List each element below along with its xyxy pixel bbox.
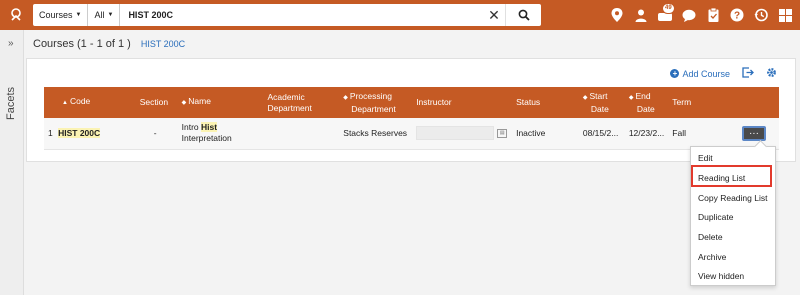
top-icons: 49 ?: [610, 0, 792, 30]
chevron-down-icon: ▼: [75, 12, 82, 18]
cell-start-date: 08/15/2...: [578, 118, 625, 150]
search-scope-label: Courses: [39, 10, 73, 20]
menu-item-duplicate[interactable]: Duplicate: [698, 212, 733, 222]
column-header-end-date[interactable]: ◆ End Date: [625, 87, 668, 118]
facets-panel[interactable]: » Facets: [0, 30, 24, 295]
table-header-row: ▲ Code Section ◆ Name Academic Department ◆…: [44, 87, 779, 118]
column-header-start-date[interactable]: ◆ Start Date: [579, 87, 625, 118]
course-code-link[interactable]: HIST 200C: [58, 127, 101, 138]
page-title: Courses (1 - 1 of 1 ): [33, 38, 131, 50]
add-course-button[interactable]: + Add Course: [670, 69, 730, 79]
plus-circle-icon: +: [670, 69, 680, 78]
courses-table: ▲ Code Section ◆ Name Academic Department ◆…: [44, 87, 779, 150]
settings-gear-icon[interactable]: [766, 67, 777, 80]
column-header-code[interactable]: ▲ Code: [44, 87, 136, 118]
clear-search-icon[interactable]: ✕: [483, 7, 505, 24]
column-header-actions: [738, 87, 779, 118]
tasks-icon[interactable]: 49: [658, 3, 675, 22]
sort-icon: ◆: [628, 94, 634, 101]
search-chip[interactable]: HIST 200C: [141, 39, 185, 49]
history-icon[interactable]: [754, 8, 768, 22]
search-bar: Courses ▼ All ▼ HIST 200C ✕: [33, 4, 541, 26]
location-pin-icon[interactable]: [610, 8, 624, 22]
cell-instructor: ▤: [412, 118, 513, 150]
menu-item-copy-reading-list[interactable]: Copy Reading List: [698, 193, 767, 203]
menu-item-archive[interactable]: Archive: [698, 252, 726, 262]
sort-icon: ◆: [582, 94, 588, 101]
row-index: 1: [48, 127, 53, 138]
apps-grid-icon[interactable]: [778, 8, 792, 22]
card-toolbar: + Add Course: [670, 67, 777, 80]
cell-section: -: [135, 118, 178, 150]
column-header-status[interactable]: Status: [512, 87, 579, 118]
cell-code: 1 HIST 200C: [44, 118, 136, 150]
search-field-label: All: [94, 10, 105, 20]
help-icon[interactable]: ?: [730, 8, 744, 22]
user-icon[interactable]: [634, 8, 648, 22]
column-header-instructor[interactable]: Instructor: [412, 87, 512, 118]
search-scope-select[interactable]: Courses ▼: [33, 4, 89, 26]
search-icon: [518, 9, 530, 21]
cell-term: Fall: [668, 118, 738, 150]
add-course-label: Add Course: [682, 68, 730, 79]
table-row[interactable]: 1 HIST 200C - Intro Hist Interpretation …: [44, 118, 779, 150]
export-icon[interactable]: [742, 67, 754, 80]
column-header-academic-department[interactable]: Academic Department: [263, 87, 339, 118]
contact-card-icon[interactable]: ▤: [497, 128, 508, 138]
chat-icon[interactable]: [682, 8, 696, 22]
sort-icon: ◆: [181, 100, 187, 106]
menu-item-view-hidden[interactable]: View hidden: [698, 271, 744, 281]
row-actions-button[interactable]: ···: [741, 125, 766, 141]
cell-academic-department: [263, 118, 340, 150]
column-header-section[interactable]: Section: [136, 87, 178, 118]
cell-name: Intro Hist Interpretation: [177, 118, 264, 150]
cell-processing-department: Stacks Reserves: [339, 118, 413, 150]
facets-label: Facets: [5, 86, 17, 120]
search-input[interactable]: HIST 200C: [120, 10, 483, 20]
column-header-term[interactable]: Term: [668, 87, 738, 118]
column-header-name[interactable]: ◆ Name: [178, 87, 264, 118]
clipboard-icon[interactable]: [706, 8, 720, 22]
menu-item-edit[interactable]: Edit: [698, 153, 713, 163]
search-field-select[interactable]: All ▼: [88, 4, 121, 26]
home-logo-icon[interactable]: [0, 0, 34, 30]
sort-icon: ◆: [343, 94, 348, 101]
menu-item-delete[interactable]: Delete: [698, 232, 723, 242]
highlight-outline: [691, 165, 772, 187]
page-header: Courses (1 - 1 of 1 ) HIST 200C: [33, 38, 185, 50]
cell-status: Inactive: [512, 118, 579, 150]
column-header-processing-department[interactable]: ◆ Processing Department: [339, 87, 412, 118]
results-card: + Add Course ▲ Code Section ◆ Name Academi…: [26, 58, 796, 162]
chevron-down-icon: ▼: [107, 12, 114, 18]
cell-end-date: 12/23/2...: [624, 118, 669, 150]
expand-facets-icon[interactable]: »: [8, 38, 14, 49]
notification-badge: 49: [662, 3, 675, 14]
svg-text:?: ?: [734, 11, 740, 22]
sort-asc-icon: ▲: [62, 100, 68, 106]
instructor-field[interactable]: [416, 126, 495, 141]
top-bar: Courses ▼ All ▼ HIST 200C ✕ 49 ?: [0, 0, 800, 30]
search-button[interactable]: [505, 4, 541, 26]
